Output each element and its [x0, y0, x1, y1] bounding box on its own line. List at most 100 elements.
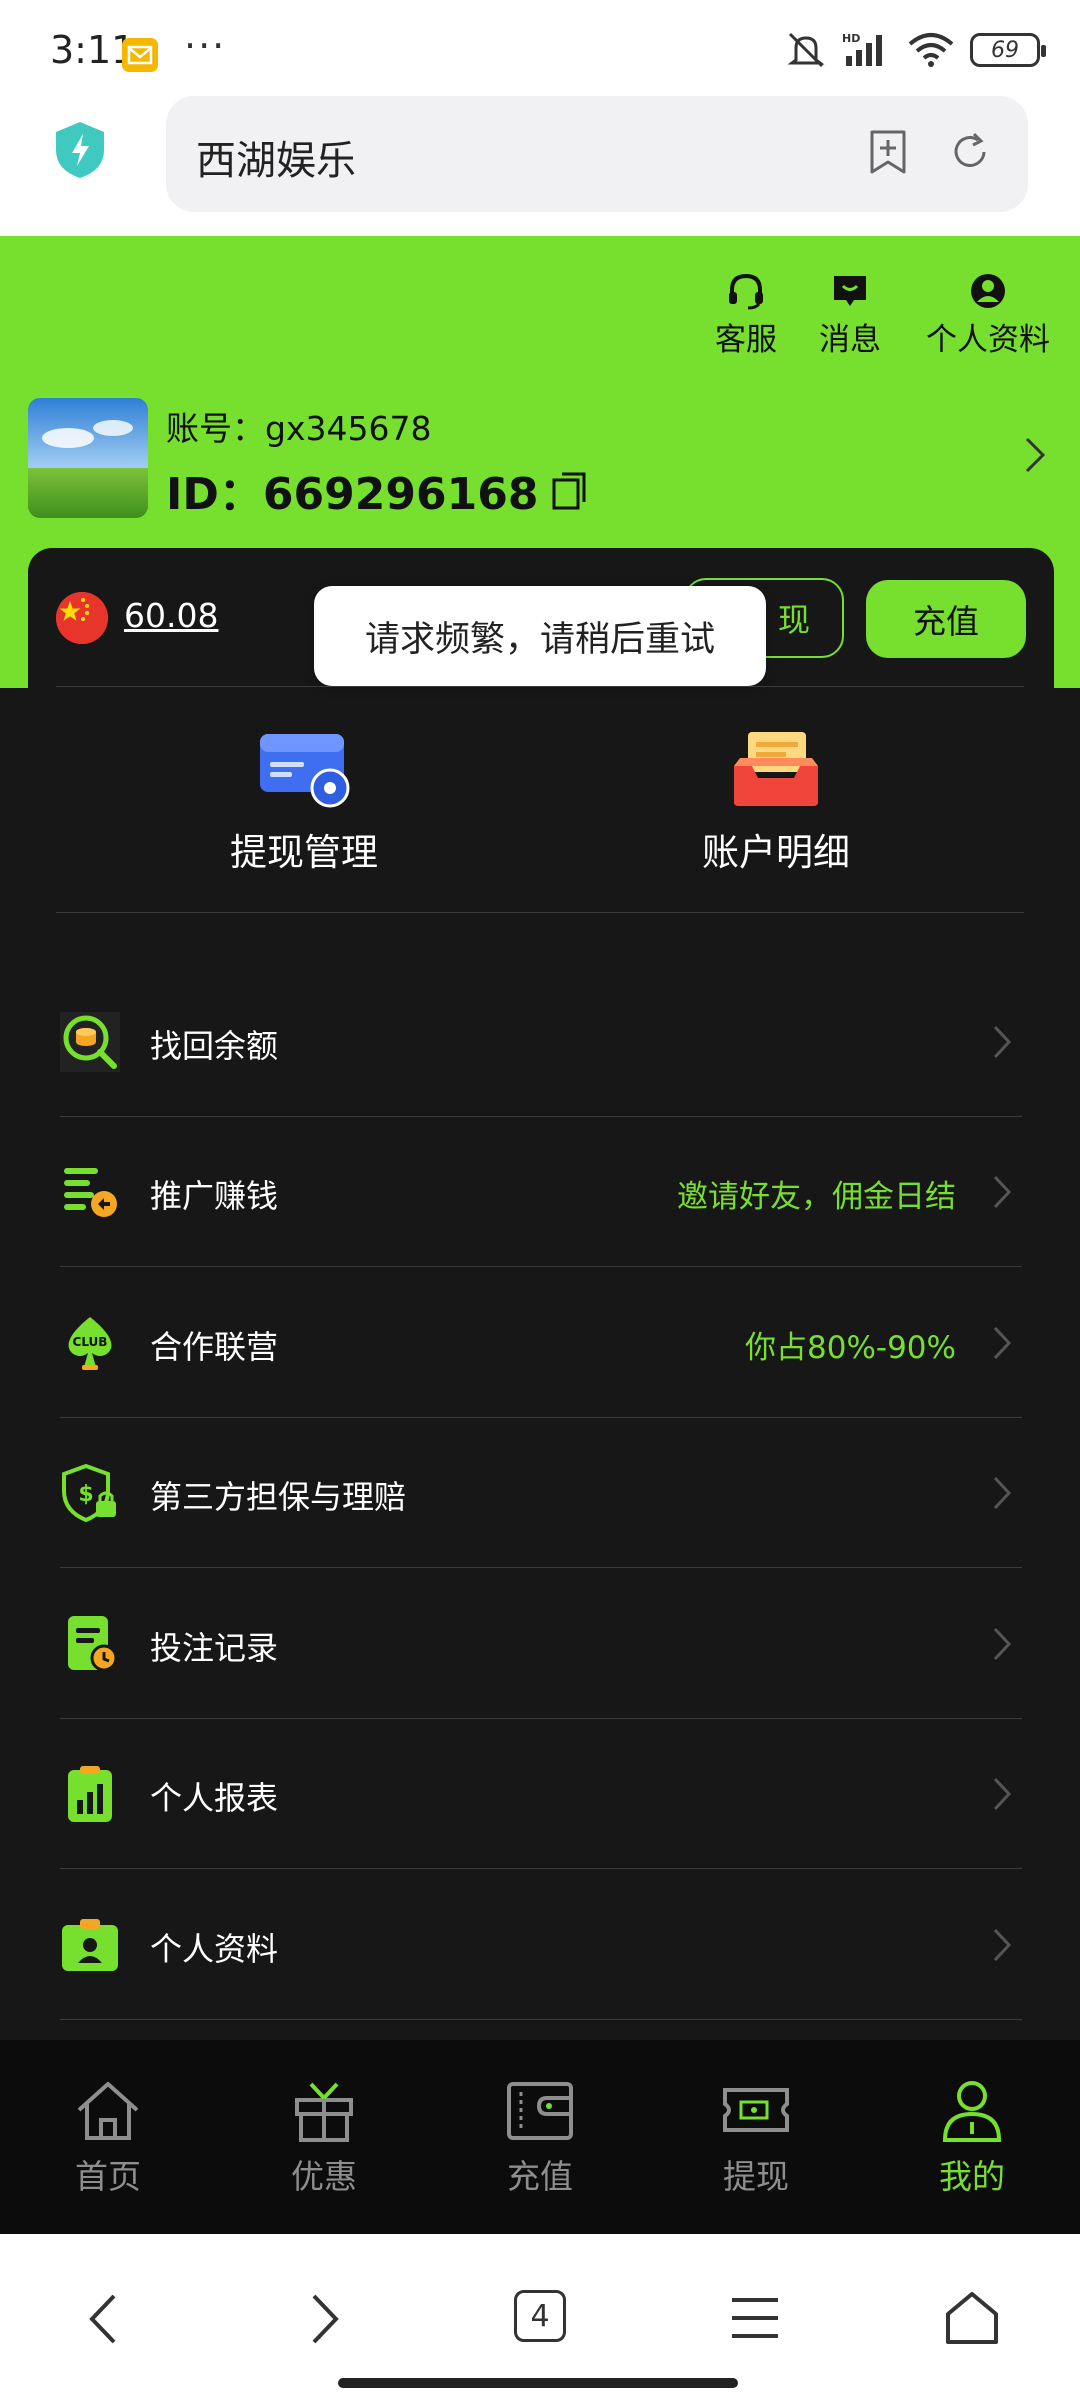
tab-home[interactable]: 首页 — [38, 2078, 178, 2198]
tab-label: 充值 — [507, 2157, 573, 2196]
account-details-label: 账户明细 — [702, 831, 850, 874]
card-settings-icon — [256, 728, 352, 808]
svg-text:CLUB: CLUB — [73, 1335, 108, 1349]
account-details-button[interactable]: 账户明细 — [626, 728, 926, 876]
chevron-right-icon — [992, 1475, 1012, 1511]
menu-item-label: 合作联营 — [150, 1328, 279, 1366]
security-shield-icon[interactable] — [52, 120, 108, 180]
customer-service-label: 客服 — [715, 322, 777, 358]
status-bar: 3:11 ··· HD 69 — [0, 0, 1080, 92]
battery-level: 69 — [991, 37, 1019, 63]
chevron-right-icon — [992, 1927, 1012, 1963]
menu-item-partnership[interactable]: CLUB 合作联营 你占80%-90% — [60, 1268, 1022, 1418]
menu-item-label: 投注记录 — [150, 1629, 279, 1667]
menu-item-recover-balance[interactable]: 找回余额 — [60, 967, 1022, 1117]
user-id: ID：669296168 — [166, 469, 539, 520]
mute-icon — [787, 32, 825, 68]
account-name: 账号：gx345678 — [166, 409, 432, 448]
user-id-row: ID：669296168 — [166, 458, 588, 522]
china-flag-icon — [56, 592, 108, 644]
club-icon: CLUB — [60, 1313, 120, 1373]
withdraw-management-label: 提现管理 — [230, 831, 378, 874]
tab-deposit[interactable]: 充值 — [470, 2078, 610, 2198]
inbox-tray-icon — [728, 728, 824, 808]
status-icons: HD 69 — [784, 30, 1046, 70]
user-icon — [942, 2081, 1002, 2142]
wifi-icon — [908, 33, 954, 67]
system-navigation-bar: 4 — [0, 2234, 1080, 2400]
tabs-count: 4 — [530, 2298, 550, 2334]
row-divider — [60, 1266, 1022, 1267]
toast-message: 请求频繁，请稍后重试 — [314, 586, 766, 686]
reload-icon[interactable] — [948, 130, 992, 174]
messages-button[interactable]: 消息 — [804, 272, 896, 359]
menu-item-guarantee[interactable]: $ 第三方担保与理赔 — [60, 1418, 1022, 1568]
withdraw-management-button[interactable]: 提现管理 — [154, 728, 454, 876]
profile-label: 个人资料 — [926, 322, 1050, 358]
menu-item-label: 个人报表 — [150, 1779, 279, 1817]
profile-chevron-icon[interactable] — [1024, 436, 1046, 474]
menu-item-label: 第三方担保与理赔 — [150, 1478, 407, 1516]
row-divider — [60, 1567, 1022, 1568]
menu-item-personal-report[interactable]: 个人报表 — [60, 1719, 1022, 1869]
report-icon — [60, 1764, 120, 1824]
menu-icon[interactable] — [730, 2296, 780, 2340]
menu-item-label: 推广赚钱 — [150, 1177, 279, 1215]
profile-button[interactable]: 个人资料 — [918, 272, 1058, 359]
browser-toolbar: 西湖娱乐 — [0, 92, 1080, 236]
tab-label: 提现 — [723, 2157, 789, 2196]
divider — [56, 686, 1024, 687]
menu-item-bet-records[interactable]: 投注记录 — [60, 1569, 1022, 1719]
message-icon — [834, 276, 866, 306]
menu-item-label: 个人资料 — [150, 1930, 279, 1968]
svg-text:$: $ — [78, 1482, 93, 1507]
deposit-button[interactable]: 充值 — [866, 580, 1026, 658]
avatar[interactable] — [28, 398, 148, 518]
signal-icon: HD — [842, 32, 882, 66]
headset-icon — [729, 273, 763, 310]
wallet-balance[interactable]: 60.08 — [124, 596, 218, 635]
messages-label: 消息 — [819, 322, 881, 358]
profile-icon — [971, 274, 1005, 308]
tab-withdraw[interactable]: 提现 — [686, 2078, 826, 2198]
chevron-right-icon — [992, 1174, 1012, 1210]
cash-ticket-icon — [723, 2088, 789, 2132]
mail-notification-icon — [122, 38, 158, 72]
gift-icon — [295, 2082, 353, 2142]
home-indicator — [338, 2378, 738, 2388]
chevron-right-icon — [992, 1024, 1012, 1060]
tab-mine[interactable]: 我的 — [902, 2078, 1042, 2198]
bottom-tab-bar: 首页 优惠 充值 提现 我的 — [0, 2040, 1080, 2234]
status-more-dots: ··· — [184, 24, 227, 68]
home-page-icon[interactable] — [944, 2290, 1000, 2346]
home-icon — [77, 2082, 139, 2140]
battery-icon: 69 — [970, 33, 1046, 67]
menu-item-promote[interactable]: 推广赚钱 邀请好友，佣金日结 — [60, 1117, 1022, 1267]
menu-item-personal-info[interactable]: 个人资料 — [60, 1870, 1022, 2020]
tab-label: 优惠 — [291, 2157, 357, 2196]
menu-item-label: 找回余额 — [150, 1027, 279, 1065]
back-icon[interactable] — [88, 2292, 118, 2346]
tabs-count-button[interactable]: 4 — [514, 2290, 566, 2342]
search-coins-icon — [60, 1012, 120, 1072]
chevron-right-icon — [992, 1325, 1012, 1361]
chevron-right-icon — [992, 1776, 1012, 1812]
row-divider — [60, 1868, 1022, 1869]
wallet-icon — [507, 2082, 573, 2140]
chevron-right-icon — [992, 1626, 1012, 1662]
withdraw-label: 现 — [777, 601, 810, 639]
customer-service-button[interactable]: 客服 — [700, 272, 792, 359]
svg-text:HD: HD — [842, 32, 860, 45]
add-bookmark-icon[interactable] — [866, 128, 910, 176]
forward-icon[interactable] — [310, 2292, 340, 2346]
row-divider — [60, 2019, 1022, 2020]
address-bar[interactable]: 西湖娱乐 — [166, 96, 1028, 212]
id-card-icon — [60, 1915, 120, 1975]
bet-record-icon — [60, 1614, 120, 1674]
copy-icon[interactable] — [550, 470, 588, 510]
deposit-label: 充值 — [913, 602, 979, 641]
tab-label: 我的 — [939, 2157, 1005, 2196]
tab-promotions[interactable]: 优惠 — [254, 2078, 394, 2198]
address-bar-title: 西湖娱乐 — [196, 138, 356, 184]
shield-lock-icon: $ — [60, 1463, 120, 1523]
